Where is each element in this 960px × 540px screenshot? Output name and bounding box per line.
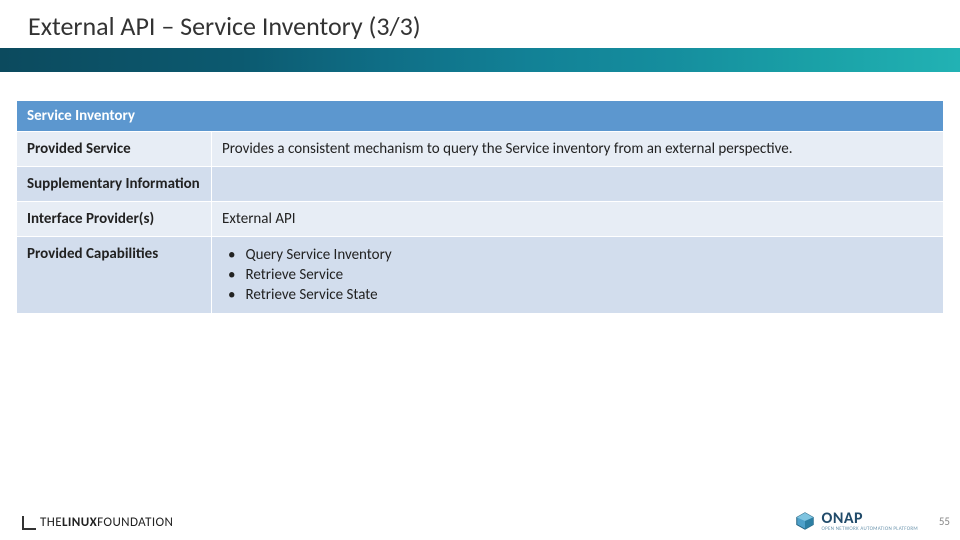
table-header: Service Inventory (17, 101, 944, 132)
service-inventory-table: Service Inventory Provided Service Provi… (16, 100, 944, 314)
table-row: Provided Service Provides a consistent m… (17, 132, 944, 167)
table-row: Supplementary Information (17, 167, 944, 202)
onap-text-wrap: ONAP OPEN NETWORK AUTOMATION PLATFORM (822, 509, 919, 532)
lf-text: THELINUXFOUNDATION (40, 515, 173, 530)
page-number: 55 (939, 515, 950, 528)
lf-bold: LINUX (62, 515, 97, 530)
row-label-supplementary-info: Supplementary Information (17, 167, 212, 202)
row-label-interface-providers: Interface Provider(s) (17, 202, 212, 237)
list-item: Query Service Inventory (228, 245, 933, 265)
page-title: External API – Service Inventory (3/3) (28, 10, 421, 42)
row-value-interface-providers: External API (212, 202, 944, 237)
table-header-row: Service Inventory (17, 101, 944, 132)
linux-foundation-logo: THELINUXFOUNDATION (22, 515, 173, 530)
lf-prefix: THE (40, 515, 62, 530)
lf-suffix: FOUNDATION (97, 515, 173, 530)
slide: External API – Service Inventory (3/3) S… (0, 0, 960, 540)
row-value-provided-service: Provides a consistent mechanism to query… (212, 132, 944, 167)
capabilities-list: Query Service Inventory Retrieve Service… (222, 245, 933, 305)
row-value-provided-capabilities: Query Service Inventory Retrieve Service… (212, 237, 944, 314)
table-row: Provided Capabilities Query Service Inve… (17, 237, 944, 314)
row-value-supplementary-info (212, 167, 944, 202)
onap-logo: ONAP OPEN NETWORK AUTOMATION PLATFORM (794, 509, 919, 532)
footer: THELINUXFOUNDATION ONAP OPEN NETWORK AUT… (0, 498, 960, 540)
lf-square-icon (22, 516, 36, 530)
list-item: Retrieve Service (228, 265, 933, 285)
table-row: Interface Provider(s) External API (17, 202, 944, 237)
row-label-provided-service: Provided Service (17, 132, 212, 167)
onap-sublabel: OPEN NETWORK AUTOMATION PLATFORM (822, 526, 919, 532)
row-label-provided-capabilities: Provided Capabilities (17, 237, 212, 314)
onap-mark-icon (794, 510, 816, 532)
list-item: Retrieve Service State (228, 285, 933, 305)
